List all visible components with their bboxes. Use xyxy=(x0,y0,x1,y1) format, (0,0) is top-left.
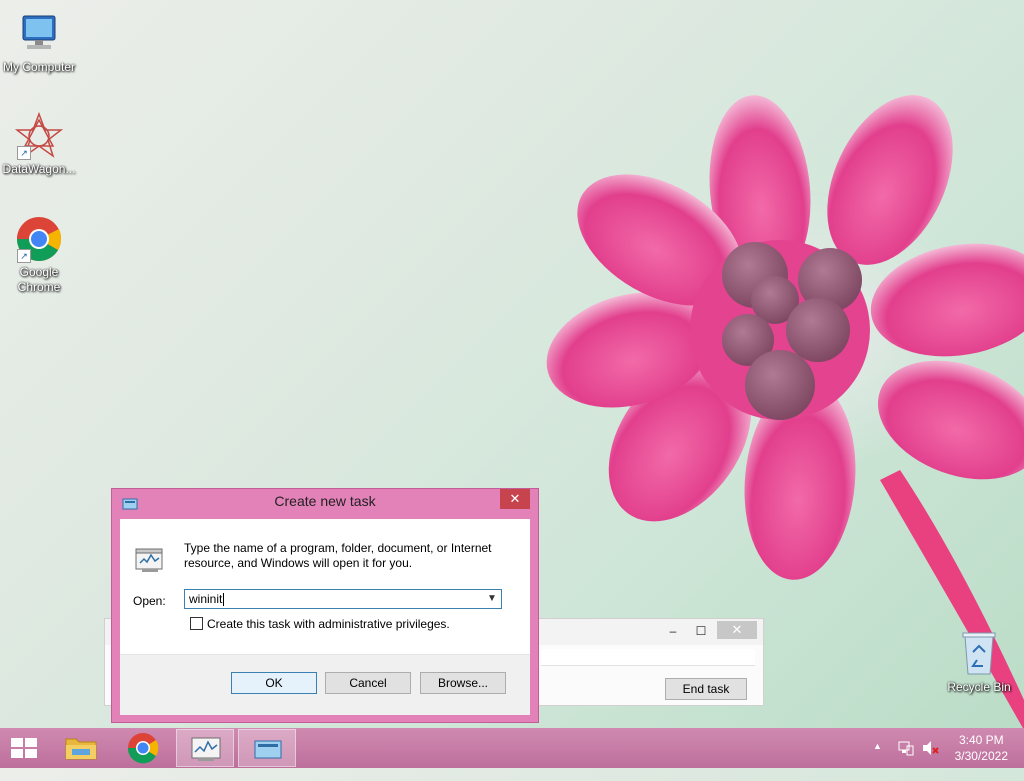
desktop-icon-label: Recycle Bin xyxy=(947,680,1011,694)
datawagon-icon: ↗ xyxy=(14,111,64,160)
task-manager-minimize-button[interactable]: – xyxy=(661,623,685,639)
taskbar-google-chrome[interactable] xyxy=(114,729,172,767)
task-manager-maximize-button[interactable]: ☐ xyxy=(689,623,713,639)
taskbar-run-dialog[interactable] xyxy=(238,729,296,767)
shortcut-arrow-icon: ↗ xyxy=(17,146,31,160)
desktop-icon-datawagon[interactable]: ↗ DataWagon... xyxy=(0,111,78,177)
folder-icon xyxy=(65,738,97,760)
dialog-body: Type the name of a program, folder, docu… xyxy=(120,519,530,715)
taskbar: ▲ 3:40 PM 3/30/2022 xyxy=(0,728,1024,768)
taskbar-task-manager[interactable] xyxy=(176,729,234,767)
task-manager-close-button[interactable]: ✕ xyxy=(717,621,757,639)
task-manager-icon xyxy=(191,737,221,761)
admin-privileges-checkbox[interactable] xyxy=(190,617,203,630)
dialog-description: Type the name of a program, folder, docu… xyxy=(184,541,492,570)
clock-date: 3/30/2022 xyxy=(954,749,1008,763)
shortcut-arrow-icon: ↗ xyxy=(17,249,31,263)
windows-logo-icon xyxy=(11,738,37,758)
computer-icon xyxy=(15,10,63,58)
desktop-icon-label-line2: Chrome xyxy=(17,280,61,294)
open-input-value[interactable]: wininit xyxy=(189,592,225,607)
open-label: Open: xyxy=(133,594,166,608)
desktop-icon-recycle-bin[interactable]: Recycle Bin xyxy=(940,630,1018,695)
desktop-icon-label-line1: Google xyxy=(19,265,59,279)
desktop-icon-google-chrome[interactable]: ↗ Google Chrome xyxy=(0,215,78,295)
task-manager-list xyxy=(541,649,755,666)
run-program-icon xyxy=(134,543,166,575)
desktop-icon-my-computer[interactable]: My Computer xyxy=(0,10,78,75)
network-icon[interactable] xyxy=(897,739,915,779)
open-combobox[interactable]: wininit ▼ xyxy=(184,589,502,609)
browse-button[interactable]: Browse... xyxy=(420,672,506,694)
admin-privileges-label: Create this task with administrative pri… xyxy=(207,617,450,631)
desktop-icon-label: My Computer xyxy=(2,60,76,74)
dialog-title: Create new task xyxy=(274,493,376,509)
ok-button[interactable]: OK xyxy=(231,672,317,694)
tray-show-hidden-icons[interactable]: ▲ xyxy=(873,741,882,781)
create-new-task-dialog: Create new task ✕ Type the name of a pro… xyxy=(111,488,539,723)
dialog-footer: OK Cancel Browse... xyxy=(120,654,530,715)
admin-privileges-row[interactable]: Create this task with administrative pri… xyxy=(190,617,450,631)
dialog-close-button[interactable]: ✕ xyxy=(500,489,530,509)
run-window-icon xyxy=(254,740,282,759)
taskbar-file-explorer[interactable] xyxy=(52,729,110,767)
chrome-icon xyxy=(127,733,159,764)
end-task-button[interactable]: End task xyxy=(665,678,747,700)
start-button[interactable] xyxy=(0,729,48,767)
chevron-down-icon[interactable]: ▼ xyxy=(485,592,499,606)
recycle-bin-icon xyxy=(959,630,999,678)
taskbar-clock[interactable]: 3:40 PM 3/30/2022 xyxy=(955,732,1008,764)
desktop-icon-label: DataWagon... xyxy=(2,162,76,176)
clock-time: 3:40 PM xyxy=(958,733,1004,747)
volume-muted-icon[interactable] xyxy=(921,739,939,779)
chrome-icon: ↗ xyxy=(15,215,63,263)
cancel-button[interactable]: Cancel xyxy=(325,672,411,694)
